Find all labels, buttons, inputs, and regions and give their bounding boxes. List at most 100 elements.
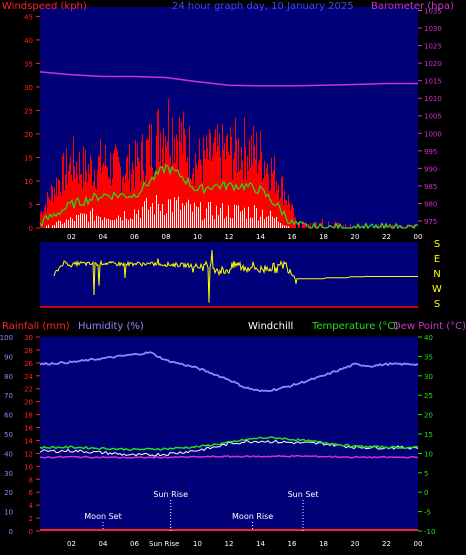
rain-tick-label: 6 (29, 489, 34, 497)
temp-tick-label: 5 (424, 470, 428, 478)
baro-tick-label: 975 (424, 218, 437, 226)
temp-tick-label: -5 (424, 509, 431, 517)
baro-tick-label: 1025 (424, 43, 442, 51)
rain-tick-label: 2 (29, 515, 33, 523)
x-tick-label: 04 (99, 540, 108, 548)
wind-tick-label: 20 (24, 131, 33, 139)
chart-title: 24 hour graph day, 10 January 2025 (172, 1, 354, 12)
wind-axis: 0 5 10 15 20 25 30 35 40 45 (24, 13, 40, 233)
x-tick-label: 18 (319, 540, 328, 548)
wind-tick-label: 15 (24, 154, 33, 162)
wind-tick-label: 45 (24, 13, 33, 21)
top-x-axis: 02 04 06 08 10 12 14 16 18 20 22 00 (67, 233, 422, 241)
x-tick-label: 16 (288, 233, 297, 241)
humidity-label: Humidity (%) (78, 321, 144, 332)
baro-tick-label: 1000 (424, 130, 442, 138)
x-tick-label: 14 (256, 233, 265, 241)
rain-tick-label: 28 (24, 347, 33, 355)
humidity-tick-label: 10 (4, 509, 13, 517)
sun-rise-axis-label: Sun Rise (149, 540, 179, 548)
event-label: Sun Set (288, 490, 319, 499)
x-tick-label: 10 (193, 540, 202, 548)
wind-tick-label: 25 (24, 107, 33, 115)
baro-tick-label: 1005 (424, 113, 442, 121)
baro-tick-label: 985 (424, 183, 437, 191)
rain-tick-label: 22 (24, 386, 33, 394)
temperature-label: Temperature (°C) (311, 321, 398, 332)
x-tick-label: 20 (351, 540, 360, 548)
event-label: Sun Rise (153, 490, 188, 499)
temp-axis: -10 -5 0 5 10 15 20 25 30 35 40 (418, 334, 435, 536)
x-tick-label: 22 (382, 233, 391, 241)
rain-tick-label: 8 (29, 476, 33, 484)
windchill-label: Windchill (248, 321, 293, 332)
compass-label: W (432, 284, 442, 295)
rain-tick-label: 10 (24, 463, 33, 471)
weather-chart: 051015202530354045 975980985990995100010… (0, 1, 466, 548)
baro-label: Barometer (hpa) (371, 1, 454, 12)
humidity-tick-label: 20 (4, 489, 13, 497)
compass-label: S (434, 299, 440, 310)
rain-tick-label: 30 (24, 334, 33, 342)
x-tick-label: 00 (414, 540, 423, 548)
x-tick-label: 02 (67, 540, 76, 548)
x-tick-label: 20 (351, 233, 360, 241)
humidity-tick-label: 60 (4, 412, 13, 420)
rain-tick-label: 16 (24, 425, 33, 433)
rain-tick-label: 26 (24, 360, 33, 368)
rain-tick-label: 4 (29, 502, 34, 510)
temp-tick-label: -10 (424, 528, 435, 536)
compass-label: N (433, 269, 440, 280)
temp-tick-label: 0 (424, 489, 428, 497)
rain-tick-label: 14 (24, 437, 33, 445)
dewpoint-label: Dew Point (°C) (393, 321, 466, 332)
x-tick-label: 14 (256, 540, 265, 548)
baro-axis: 975 980 985 990 995 1000 1005 1010 1015 1020 1025 1… (418, 8, 442, 226)
wind-tick-label: 35 (24, 60, 33, 68)
humidity-tick-label: 50 (4, 431, 13, 439)
baro-tick-label: 995 (424, 148, 437, 156)
rain-tick-label: 20 (24, 399, 33, 407)
baro-tick-label: 990 (424, 165, 437, 173)
rain-tick-label: 18 (24, 412, 33, 420)
baro-tick-label: 1010 (424, 95, 442, 103)
wind-tick-label: 40 (24, 37, 33, 45)
temp-tick-label: 35 (424, 353, 433, 361)
wind-label: Windspeed (kph) (2, 1, 87, 12)
humidity-tick-label: 40 (4, 450, 13, 458)
x-tick-label: 10 (193, 233, 202, 241)
humidity-tick-label: 90 (4, 353, 13, 361)
x-tick-label: 16 (288, 540, 297, 548)
direction-panel (40, 242, 418, 308)
x-tick-label: 12 (225, 233, 234, 241)
x-tick-label: 06 (130, 540, 139, 548)
x-tick-label: 18 (319, 233, 328, 241)
x-tick-label: 06 (130, 233, 139, 241)
rain-tick-label: 24 (24, 373, 33, 381)
baro-tick-label: 1020 (424, 60, 442, 68)
rain-tick-label: 0 (29, 528, 33, 536)
rain-humidity-axis: 0102030405060708090100024681012141618202… (0, 334, 40, 536)
humidity-tick-label: 80 (4, 373, 13, 381)
temp-tick-label: 20 (424, 412, 433, 420)
x-tick-label: 04 (99, 233, 108, 241)
temp-tick-label: 25 (424, 392, 433, 400)
event-label: Moon Set (84, 512, 121, 521)
bottom-x-axis: 02 04 06 10 12 14 16 18 20 22 00 (67, 540, 422, 548)
compass-labels: SENWS (432, 239, 442, 310)
wind-tick-label: 5 (29, 201, 33, 209)
temp-tick-label: 15 (424, 431, 433, 439)
temp-tick-label: 40 (424, 334, 433, 342)
humidity-tick-label: 100 (0, 334, 13, 342)
event-label: Moon Rise (232, 512, 273, 521)
x-tick-label: 02 (67, 233, 76, 241)
wind-tick-label: 30 (24, 84, 33, 92)
temp-tick-label: 30 (424, 373, 433, 381)
baro-tick-label: 980 (424, 200, 437, 208)
temp-tick-label: 10 (424, 450, 433, 458)
x-tick-label: 08 (162, 233, 171, 241)
wind-tick-label: 10 (24, 178, 33, 186)
x-tick-label: 22 (382, 540, 391, 548)
baro-tick-label: 1030 (424, 25, 442, 33)
compass-label: S (434, 239, 440, 250)
